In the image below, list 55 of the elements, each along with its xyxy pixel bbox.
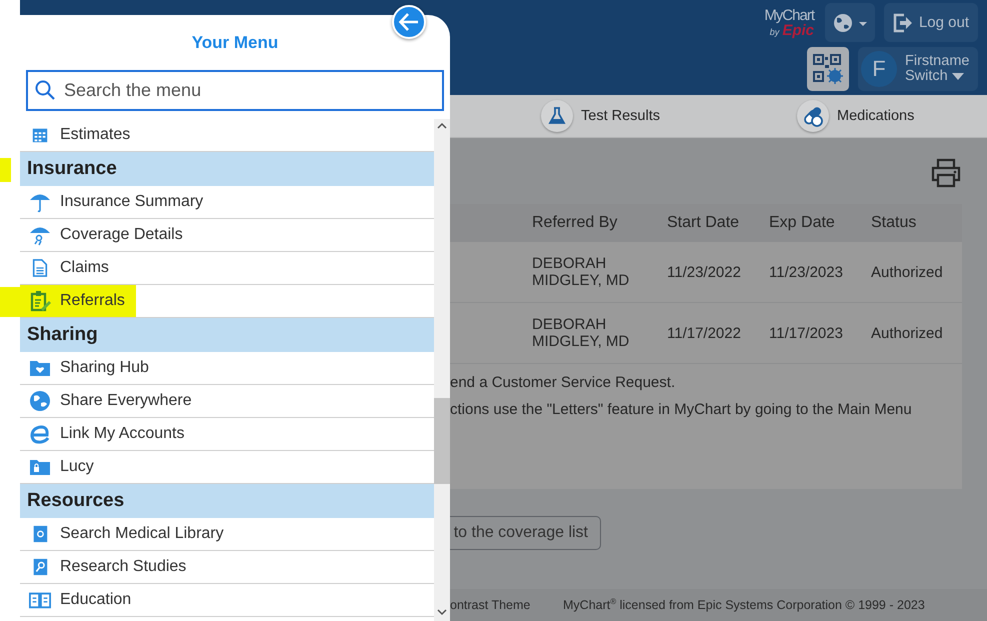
profile-switch-button[interactable]: F Firstname Switch (858, 47, 978, 91)
globe-icon (28, 389, 52, 413)
scrollbar-thumb[interactable] (434, 398, 450, 484)
qr-code-button[interactable] (807, 47, 849, 91)
locked-folder-icon (29, 457, 51, 477)
brand-logo: MyChart by Epic (764, 8, 814, 38)
flask-icon (541, 100, 573, 132)
table-cell-text: 11/23/2022 (667, 264, 742, 280)
column-header: Exp Date (769, 214, 836, 232)
column-header: Start Date (667, 214, 740, 232)
document-icon (31, 258, 49, 278)
book-icon (31, 524, 49, 544)
table-cell-text: DEBORAH MIDGLEY, MD (532, 255, 630, 289)
menu-section-heading: Insurance (20, 152, 434, 186)
table-cell-text: Authorized (871, 264, 944, 280)
folder-icon (29, 358, 51, 378)
chevron-down-icon[interactable] (437, 607, 447, 617)
menu-section-heading: Resources (20, 484, 434, 518)
column-header: Referred By (532, 214, 618, 232)
e-letter-icon (29, 423, 51, 445)
chevron-up-icon[interactable] (437, 121, 447, 131)
menu-title: Your Menu (190, 32, 280, 54)
menu-item[interactable]: Referrals (20, 285, 434, 318)
table-cell-text: Authorized (871, 324, 944, 342)
logout-icon (893, 12, 913, 32)
pills-icon (796, 100, 829, 132)
nav-tab[interactable]: Medications (796, 100, 914, 132)
back-button[interactable] (392, 5, 426, 39)
caret-icon (952, 73, 964, 80)
open-book-icon (29, 590, 51, 610)
search-icon (35, 80, 55, 100)
table-cell-text: 11/17/2023 (769, 324, 844, 342)
theme-link[interactable]: ontrast Theme (450, 598, 563, 612)
table-cell-text: 11/23/2023 (769, 264, 844, 280)
note-text: ctions use the "Letters" feature in MyChart by going to the Main Menu (450, 401, 913, 418)
magnifier-book-icon (31, 557, 49, 577)
logout-button[interactable]: Log out (884, 3, 978, 42)
nav-tab[interactable]: Test Results (541, 100, 660, 132)
scrollbar[interactable] (434, 119, 450, 621)
arrow-left-icon (398, 11, 420, 33)
copyright-text: MyChart$^{®}$ licensed from Epic Systems Corporation © 1999 - 2023 (563, 597, 925, 613)
avatar: F (861, 51, 897, 87)
table-cell-text: DEBORAH MIDGLEY, MD (532, 316, 630, 350)
highlighter-mark (0, 287, 20, 317)
search-field[interactable]: Search the menu (26, 70, 444, 111)
globe-caret-icon (832, 12, 868, 32)
language-button[interactable] (825, 3, 875, 42)
print-icon[interactable] (930, 158, 962, 188)
table-cell-text: 11/17/2022 (667, 324, 742, 342)
note-text: end a Customer Service Request. (450, 374, 676, 391)
calendar-icon (31, 126, 49, 144)
back-to-list-button[interactable]: to the coverage list (450, 516, 601, 550)
menu-section-heading: Sharing (20, 318, 434, 352)
column-header: Status (871, 214, 918, 232)
clipboard-icon (29, 290, 51, 312)
